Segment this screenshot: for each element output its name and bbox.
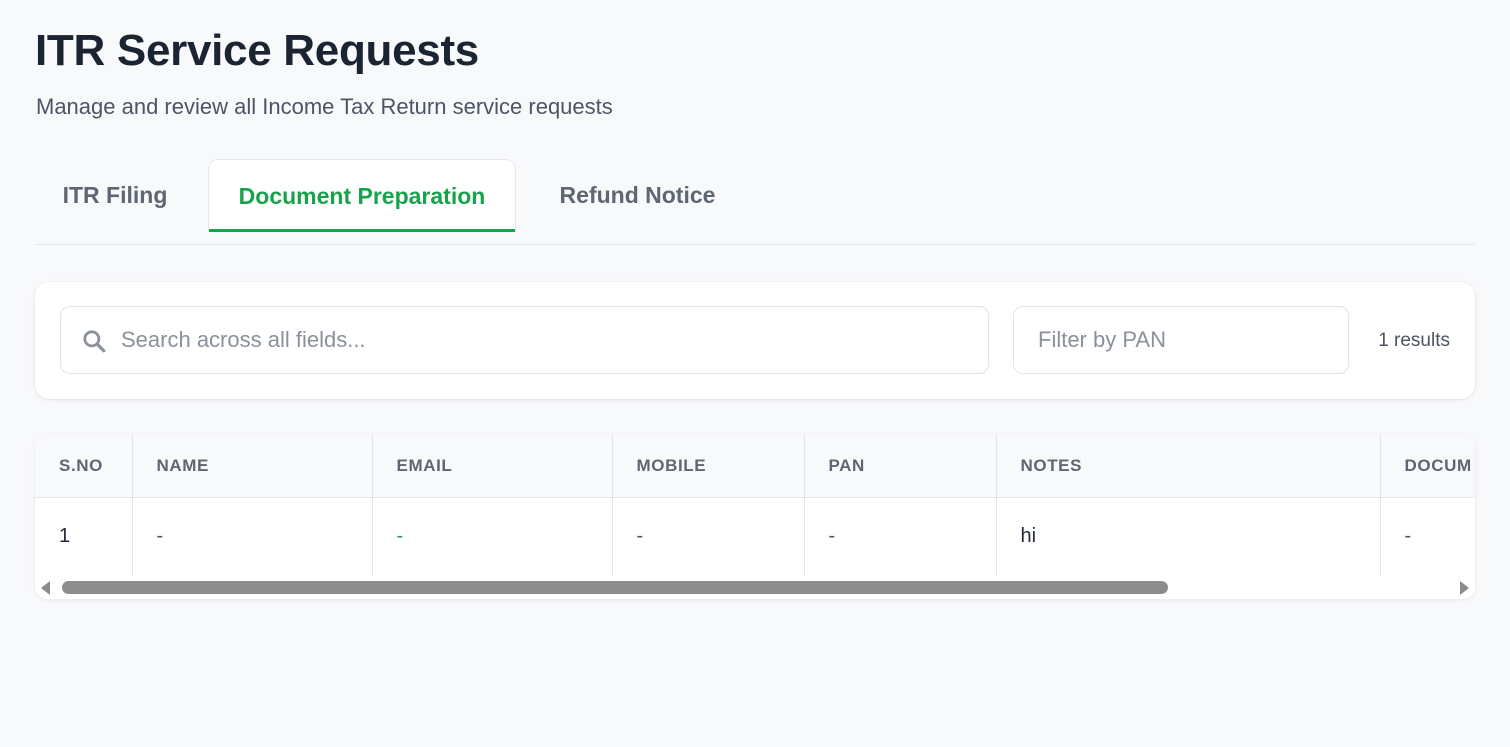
filter-card: 1 results [35, 282, 1475, 399]
cell-mobile: - [612, 497, 805, 575]
cell-sno: 1 [35, 497, 133, 575]
cell-notes: hi [996, 497, 1381, 575]
cell-pan: - [804, 497, 997, 575]
table-row[interactable]: 1 - - - - hi - [35, 497, 1475, 575]
column-header-notes[interactable]: NOTES [996, 435, 1381, 498]
cell-email[interactable]: - [372, 497, 613, 575]
column-header-documents[interactable]: DOCUM [1380, 435, 1475, 498]
search-input[interactable] [121, 307, 981, 373]
scrollbar-thumb[interactable] [62, 581, 1168, 594]
tab-refund-notice[interactable]: Refund Notice [535, 159, 740, 232]
scroll-right-icon[interactable] [1460, 581, 1469, 595]
column-header-sno[interactable]: S.NO [35, 435, 133, 498]
table-header-row: S.NO NAME EMAIL MOBILE PAN NOTES DOCUM [35, 435, 1475, 498]
pan-filter-box[interactable] [1013, 306, 1349, 374]
results-count: 1 results [1378, 330, 1450, 351]
column-header-mobile[interactable]: MOBILE [612, 435, 805, 498]
column-header-email[interactable]: EMAIL [372, 435, 613, 498]
search-icon [83, 330, 106, 353]
search-box[interactable] [60, 306, 989, 374]
page-subtitle: Manage and review all Income Tax Return … [36, 94, 613, 119]
column-header-pan[interactable]: PAN [804, 435, 997, 498]
pan-filter-input[interactable] [1038, 307, 1338, 373]
horizontal-scrollbar[interactable] [35, 575, 1475, 599]
tab-itr-filing[interactable]: ITR Filing [35, 159, 195, 232]
cell-name: - [132, 497, 373, 575]
cell-documents: - [1380, 497, 1475, 575]
requests-table-card: S.NO NAME EMAIL MOBILE PAN NOTES DOCUM 1… [35, 435, 1475, 599]
scroll-left-icon[interactable] [41, 581, 50, 595]
page-title: ITR Service Requests [35, 26, 479, 75]
column-header-name[interactable]: NAME [132, 435, 373, 498]
requests-table: S.NO NAME EMAIL MOBILE PAN NOTES DOCUM 1… [35, 435, 1475, 575]
tab-document-preparation[interactable]: Document Preparation [208, 159, 516, 232]
tab-bar: ITR Filing Document Preparation Refund N… [35, 159, 1475, 245]
table-scroll-area[interactable]: S.NO NAME EMAIL MOBILE PAN NOTES DOCUM 1… [35, 435, 1475, 575]
page: ITR Service Requests Manage and review a… [0, 0, 1510, 747]
